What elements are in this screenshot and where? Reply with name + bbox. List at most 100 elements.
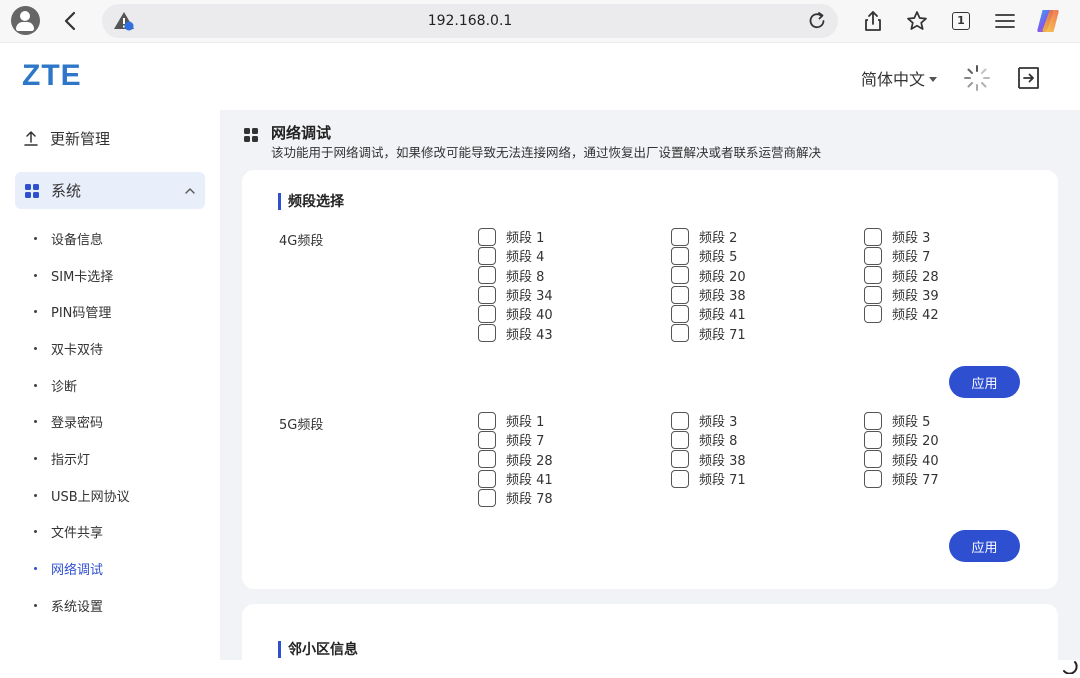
sidebar-item[interactable]: 登录密码 bbox=[0, 403, 220, 440]
band-option[interactable]: 频段 38 bbox=[671, 285, 864, 304]
band-option[interactable]: 频段 7 bbox=[478, 430, 671, 449]
band-option[interactable]: 频段 42 bbox=[864, 304, 1057, 323]
band-checkbox[interactable] bbox=[864, 227, 882, 246]
sidebar-item[interactable]: 双卡双待 bbox=[0, 330, 220, 367]
band-checkbox[interactable] bbox=[478, 430, 496, 449]
band-checkbox[interactable] bbox=[671, 430, 689, 449]
band-option[interactable]: 频段 28 bbox=[864, 266, 1057, 285]
band-checkbox[interactable] bbox=[478, 450, 496, 469]
band-checkbox[interactable] bbox=[671, 304, 689, 323]
band-option[interactable]: 频段 2 bbox=[671, 227, 864, 246]
band-option[interactable]: 频段 5 bbox=[671, 246, 864, 265]
band-option[interactable]: 频段 20 bbox=[671, 266, 864, 285]
sidebar-item[interactable]: PIN码管理 bbox=[0, 293, 220, 330]
band-option[interactable]: 频段 38 bbox=[671, 450, 864, 469]
menu-icon[interactable] bbox=[993, 9, 1017, 33]
band-checkbox[interactable] bbox=[864, 469, 882, 488]
band-option[interactable]: 频段 20 bbox=[864, 430, 1057, 449]
band-option[interactable]: 频段 1 bbox=[478, 411, 671, 430]
sidebar-item[interactable]: 文件共享 bbox=[0, 514, 220, 551]
sidebar-item[interactable]: SIM卡选择 bbox=[0, 257, 220, 294]
band-label: 频段 38 bbox=[699, 289, 746, 305]
band-checkbox[interactable] bbox=[671, 450, 689, 469]
band-option[interactable]: 频段 3 bbox=[671, 411, 864, 430]
band-option[interactable]: 频段 8 bbox=[478, 266, 671, 285]
logout-icon[interactable] bbox=[1016, 65, 1042, 91]
band-checkbox[interactable] bbox=[864, 450, 882, 469]
band-checkbox[interactable] bbox=[864, 430, 882, 449]
band-checkbox[interactable] bbox=[671, 411, 689, 430]
nr-band-grid: 频段 1 频段 3 频段 5 频段 7 频段 8 频段 20 频段 28 频段 38 频段 40… bbox=[478, 411, 1057, 507]
band-option[interactable]: 频段 77 bbox=[864, 469, 1057, 488]
band-option[interactable]: 频段 34 bbox=[478, 285, 671, 304]
band-checkbox[interactable] bbox=[671, 469, 689, 488]
band-option[interactable]: 频段 7 bbox=[864, 246, 1057, 265]
band-option[interactable]: 频段 28 bbox=[478, 450, 671, 469]
bookmark-star-icon[interactable] bbox=[905, 9, 929, 33]
band-checkbox[interactable] bbox=[671, 246, 689, 265]
lte-apply-button[interactable]: 应用 bbox=[949, 366, 1020, 398]
copilot-icon[interactable] bbox=[1034, 7, 1062, 35]
band-checkbox[interactable] bbox=[478, 304, 496, 323]
band-checkbox[interactable] bbox=[478, 227, 496, 246]
band-label: 频段 40 bbox=[892, 453, 939, 469]
language-select[interactable]: 简体中文 bbox=[861, 66, 938, 90]
sidebar-item[interactable]: 指示灯 bbox=[0, 440, 220, 477]
bullet-dot-icon bbox=[34, 456, 37, 460]
band-checkbox[interactable] bbox=[864, 266, 882, 285]
band-option[interactable]: 频段 40 bbox=[864, 450, 1057, 469]
band-checkbox[interactable] bbox=[478, 469, 496, 488]
reload-icon[interactable] bbox=[806, 10, 828, 32]
lte-band-grid: 频段 1 频段 2 频段 3 频段 4 频段 5 频段 7 频段 8 频段 20 频段 28 频段… bbox=[478, 227, 1057, 343]
band-option[interactable]: 频段 71 bbox=[671, 469, 864, 488]
band-checkbox[interactable] bbox=[671, 227, 689, 246]
sidebar-item-update[interactable]: 更新管理 bbox=[24, 128, 110, 148]
band-option[interactable]: 频段 40 bbox=[478, 304, 671, 323]
bullet-dot-icon bbox=[34, 603, 37, 607]
band-option[interactable]: 频段 1 bbox=[478, 227, 671, 246]
sidebar-item[interactable]: 设备信息 bbox=[0, 220, 220, 257]
band-checkbox[interactable] bbox=[864, 246, 882, 265]
sidebar-group-system[interactable]: 系统 bbox=[15, 172, 205, 209]
band-checkbox[interactable] bbox=[478, 324, 496, 343]
band-option[interactable]: 频段 39 bbox=[864, 285, 1057, 304]
band-option[interactable]: 频段 3 bbox=[864, 227, 1057, 246]
share-icon[interactable] bbox=[861, 9, 885, 33]
band-label: 频段 39 bbox=[892, 289, 939, 305]
back-icon[interactable] bbox=[60, 10, 80, 32]
band-checkbox[interactable] bbox=[478, 488, 496, 507]
band-label: 频段 7 bbox=[506, 434, 545, 450]
sidebar-item[interactable]: 诊断 bbox=[0, 367, 220, 404]
band-checkbox[interactable] bbox=[864, 411, 882, 430]
sidebar-item[interactable]: USB上网协议 bbox=[0, 477, 220, 514]
address-bar[interactable]: 192.168.0.1 bbox=[102, 4, 838, 38]
band-checkbox[interactable] bbox=[671, 285, 689, 304]
band-checkbox[interactable] bbox=[671, 266, 689, 285]
band-checkbox[interactable] bbox=[671, 324, 689, 343]
band-option[interactable]: 频段 5 bbox=[864, 411, 1057, 430]
band-option[interactable]: 频段 8 bbox=[671, 430, 864, 449]
profile-icon[interactable] bbox=[11, 6, 40, 35]
band-option[interactable]: 频段 71 bbox=[671, 323, 864, 343]
band-option[interactable]: 频段 41 bbox=[478, 469, 671, 488]
sidebar-group-label: 系统 bbox=[51, 182, 82, 200]
lte-band-label: 4G频段 bbox=[279, 234, 324, 249]
band-checkbox[interactable] bbox=[478, 266, 496, 285]
band-option[interactable]: 频段 41 bbox=[671, 304, 864, 323]
band-checkbox[interactable] bbox=[864, 285, 882, 304]
bullet-dot-icon bbox=[34, 383, 37, 387]
sidebar-item[interactable]: 网络调试 bbox=[0, 550, 220, 587]
band-option[interactable]: 频段 43 bbox=[478, 323, 671, 343]
band-checkbox[interactable] bbox=[478, 246, 496, 265]
band-label: 频段 41 bbox=[699, 308, 746, 324]
tabs-icon[interactable]: 1 bbox=[949, 9, 973, 33]
band-checkbox[interactable] bbox=[864, 304, 882, 323]
bullet-dot-icon bbox=[34, 493, 37, 497]
band-option[interactable]: 频段 4 bbox=[478, 246, 671, 265]
band-option[interactable]: 频段 78 bbox=[478, 488, 671, 507]
band-checkbox[interactable] bbox=[478, 285, 496, 304]
chevron-up-icon[interactable] bbox=[183, 184, 197, 198]
band-checkbox[interactable] bbox=[478, 411, 496, 430]
nr-apply-button[interactable]: 应用 bbox=[949, 530, 1020, 562]
sidebar-item[interactable]: 系统设置 bbox=[0, 587, 220, 624]
